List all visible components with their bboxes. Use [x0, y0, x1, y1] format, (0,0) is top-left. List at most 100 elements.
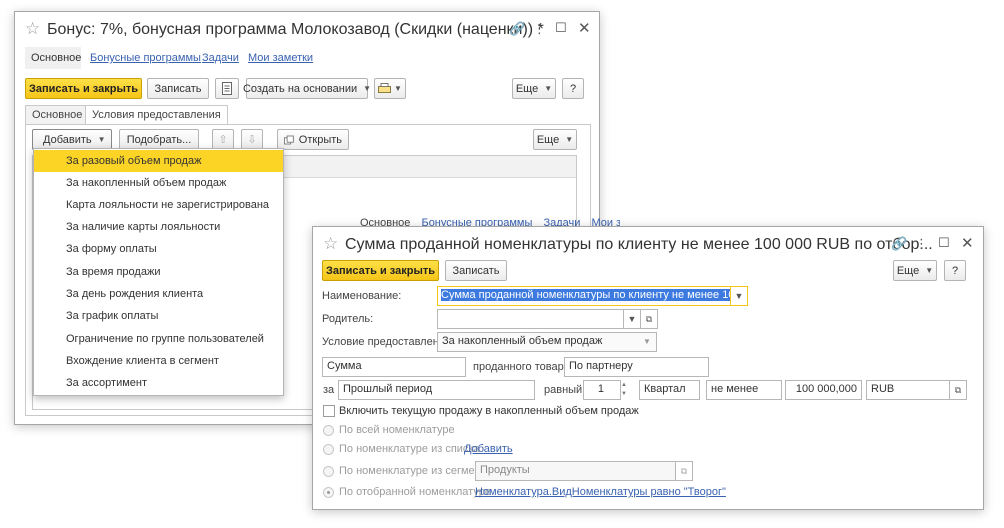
name-dropdown-button[interactable]: ▼ — [730, 286, 748, 306]
parent-field[interactable] — [437, 309, 627, 329]
menu-item-card-not-registered[interactable]: Карта лояльности не зарегистрирована — [34, 194, 283, 216]
currency-value: RUB — [871, 383, 895, 395]
move-down-button[interactable]: ⇩ — [241, 129, 263, 150]
select-button[interactable]: Подобрать... — [119, 129, 199, 150]
more-vert-icon[interactable]: ⋮ — [533, 21, 546, 37]
period-count-spinner[interactable]: ▲ ▼ — [618, 381, 630, 399]
create-based-on-label: Создать на основании — [242, 82, 358, 95]
menu-item-sale-time[interactable]: За время продажи — [34, 261, 283, 283]
add-button[interactable]: Добавить ▼ — [32, 129, 112, 150]
menu-item-label: Карта лояльности не зарегистрирована — [66, 199, 270, 211]
save-and-close-button[interactable]: Записать и закрыть — [25, 78, 142, 99]
menu-item-payment-schedule[interactable]: За график оплаты — [34, 305, 283, 327]
save-button[interactable]: Записать — [445, 260, 507, 281]
favorite-star-icon[interactable]: ☆ — [25, 19, 40, 39]
tab-conditions[interactable]: Условия предоставления — [85, 105, 228, 125]
for-label: за — [323, 384, 335, 396]
dropdown-arrow-icon: ▼ — [925, 266, 934, 275]
save-label: Записать — [452, 264, 500, 277]
menu-item-label: За форму оплаты — [66, 243, 157, 255]
menu-item-label: За разовый объем продаж — [66, 155, 202, 167]
radio-items-segment-label: По номенклатуре из сегмента — [339, 465, 492, 477]
scope-field[interactable]: По партнеру — [564, 357, 709, 377]
save-button[interactable]: Записать — [147, 78, 209, 99]
open-button[interactable]: Открыть — [277, 129, 349, 150]
dropdown-arrow-icon: ▼ — [394, 84, 402, 93]
move-up-button[interactable]: ⇧ — [212, 129, 234, 150]
menu-item-accumulated-volume[interactable]: За накопленный объем продаж — [34, 172, 283, 194]
add-items-link[interactable]: Добавить — [464, 443, 513, 455]
link-icon[interactable]: 🔗 — [509, 21, 525, 37]
period-unit-field[interactable]: Квартал — [639, 380, 700, 400]
menu-item-assortment[interactable]: За ассортимент — [34, 372, 283, 394]
menu-item-payment-form[interactable]: За форму оплаты — [34, 238, 283, 260]
radio-items-segment[interactable] — [323, 466, 334, 477]
open-label: Открыть — [298, 133, 342, 146]
table-more-button[interactable]: Еще ▼ — [533, 129, 577, 150]
radio-selected-items[interactable] — [323, 487, 334, 498]
compare-value: не менее — [711, 383, 759, 395]
menu-item-label: Ограничение по группе пользователей — [66, 333, 264, 345]
segment-field[interactable]: Продукты — [475, 461, 680, 481]
period-unit-value: Квартал — [644, 383, 686, 395]
menu-item-has-loyalty-card[interactable]: За наличие карты лояльности — [34, 216, 283, 238]
nav-tasks[interactable]: Задачи — [202, 52, 239, 64]
maximize-icon[interactable]: ☐ — [555, 20, 567, 36]
parent-dropdown-button[interactable]: ▼ — [623, 309, 641, 329]
more-button[interactable]: Еще ▼ — [893, 260, 937, 281]
help-button[interactable]: ? — [944, 260, 966, 281]
dropdown-arrow-icon: ▼ — [363, 84, 372, 93]
metric-field[interactable]: Сумма — [322, 357, 466, 377]
menu-item-label: За время продажи — [66, 266, 161, 278]
period-value: Прошлый период — [343, 383, 433, 395]
menu-item-client-segment[interactable]: Вхождение клиента в сегмент — [34, 350, 283, 372]
period-count-value: 1 — [597, 383, 604, 395]
segment-open-button[interactable]: ⧉ — [675, 461, 693, 481]
menu-item-label: За накопленный объем продаж — [66, 177, 227, 189]
menu-item-user-group-limit[interactable]: Ограничение по группе пользователей — [34, 328, 283, 350]
favorite-star-icon[interactable]: ☆ — [323, 234, 338, 254]
compare-field[interactable]: не менее — [706, 380, 782, 400]
help-label: ? — [569, 82, 577, 95]
more-label: Еще — [515, 82, 539, 95]
bonus-window-title: Бонус: 7%, бонусная программа Молокозаво… — [47, 21, 544, 38]
radio-all-items[interactable] — [323, 425, 334, 436]
dropdown-arrow-icon: ▼ — [544, 84, 553, 93]
currency-open-button[interactable]: ⧉ — [949, 380, 967, 400]
currency-field[interactable]: RUB — [866, 380, 950, 400]
period-count-field[interactable]: 1 — [583, 380, 621, 400]
name-field[interactable]: Сумма проданной номенклатуры по клиенту … — [437, 286, 747, 306]
include-current-checkbox[interactable] — [323, 405, 335, 417]
equal-label: равный — [544, 384, 583, 396]
tab-main[interactable]: Основное — [25, 105, 90, 125]
nav-bonus-programs[interactable]: Бонусные программы — [90, 52, 201, 64]
report-icon-button[interactable] — [215, 78, 239, 99]
link-icon[interactable]: 🔗 — [891, 236, 907, 252]
radio-items-list[interactable] — [323, 444, 334, 455]
filter-link[interactable]: Номенклатура.ВидНоменклатуры равно "Твор… — [475, 486, 726, 498]
condition-label: Условие предоставления: — [322, 336, 454, 348]
menu-item-one-time-volume[interactable]: За разовый объем продаж — [34, 150, 283, 172]
dropdown-arrow-icon: ▼ — [97, 135, 106, 144]
save-label: Записать — [154, 82, 202, 95]
nav-notes[interactable]: Мои заметки — [248, 52, 313, 64]
more-button[interactable]: Еще ▼ — [512, 78, 556, 99]
condition-dropdown-icon[interactable]: ▼ — [643, 337, 651, 346]
create-based-on-button[interactable]: Создать на основании ▼ — [242, 78, 372, 99]
close-icon[interactable]: ✕ — [578, 19, 591, 37]
maximize-icon[interactable]: ☐ — [938, 235, 950, 251]
print-icon — [378, 82, 392, 93]
parent-label: Родитель: — [322, 313, 374, 325]
period-field[interactable]: Прошлый период — [338, 380, 535, 400]
nav-main[interactable]: Основное — [25, 47, 81, 69]
more-vert-icon[interactable]: ⋮ — [915, 236, 928, 252]
help-button[interactable]: ? — [562, 78, 584, 99]
condition-field[interactable]: За накопленный объем продаж — [437, 332, 657, 352]
print-menu-button[interactable]: ▼ — [374, 78, 406, 99]
menu-item-client-birthday[interactable]: За день рождения клиента — [34, 283, 283, 305]
amount-field[interactable]: 100 000,000 — [785, 380, 862, 400]
parent-open-button[interactable]: ⧉ — [640, 309, 658, 329]
scope-value: По партнеру — [569, 360, 633, 372]
save-and-close-button[interactable]: Записать и закрыть — [322, 260, 439, 281]
close-icon[interactable]: ✕ — [961, 234, 974, 252]
